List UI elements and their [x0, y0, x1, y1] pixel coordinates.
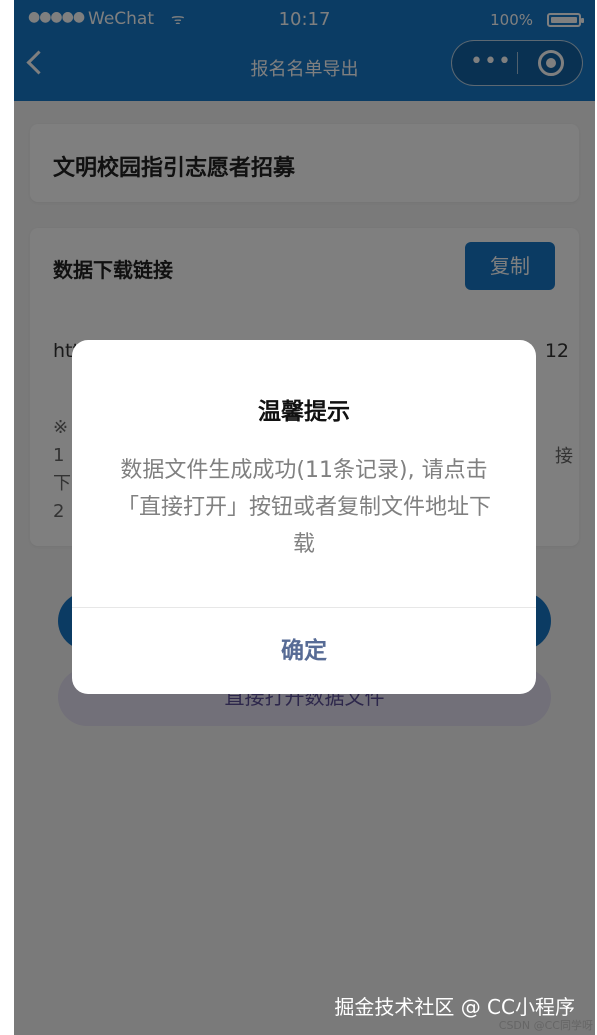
confirm-button[interactable]: 确定: [72, 608, 536, 694]
dialog-message: 数据文件生成成功(11条记录), 请点击「直接打开」按钮或者复制文件地址下载: [116, 458, 491, 557]
watermark-text: 掘金技术社区 @ CC小程序: [334, 995, 575, 1019]
phone-screen: ●●●●● WeChat ᯤ 10:17 100% 报名名单导出 ••• 文明校…: [14, 0, 595, 1035]
tip-dialog: 温馨提示 数据文件生成成功(11条记录), 请点击「直接打开」按钮或者复制文件地…: [72, 340, 536, 694]
dialog-title: 温馨提示: [258, 399, 350, 425]
csdn-watermark: CSDN @CC同学呀: [498, 1019, 593, 1032]
